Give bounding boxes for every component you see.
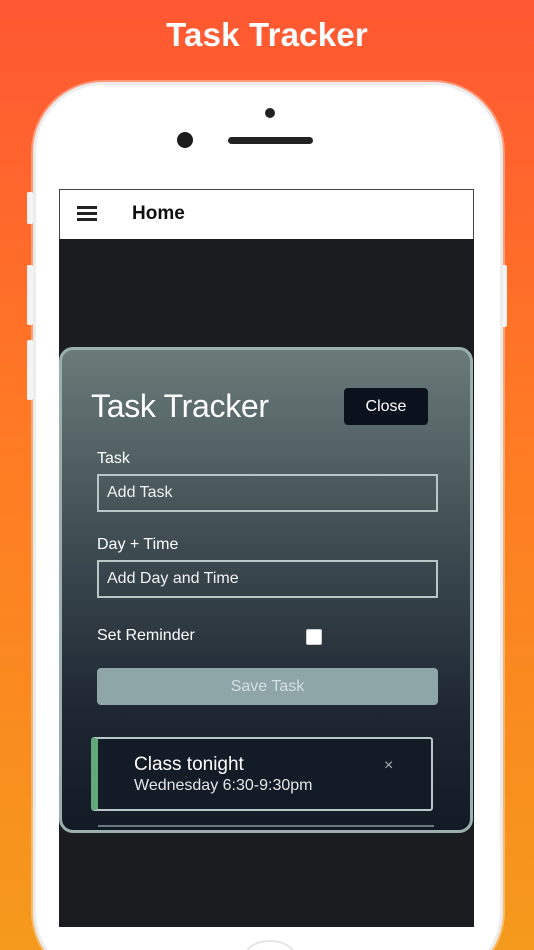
delete-task-icon[interactable]: × — [384, 757, 393, 775]
modal-title: Task Tracker — [91, 388, 269, 424]
task-label: Task — [97, 450, 130, 467]
task-list-item[interactable]: Class tonight Wednesday 6:30-9:30pm × — [91, 737, 433, 811]
task-input[interactable] — [97, 474, 438, 512]
proximity-sensor — [265, 108, 275, 118]
app-screen: Home Task Tracker Close Task Day + Time … — [59, 189, 474, 927]
reminder-checkbox[interactable] — [306, 629, 322, 645]
daytime-label: Day + Time — [97, 536, 179, 553]
earpiece-speaker — [228, 137, 313, 144]
hamburger-menu-icon[interactable] — [77, 206, 97, 222]
close-button[interactable]: Close — [344, 388, 428, 425]
front-camera — [177, 132, 193, 148]
next-task-item-edge — [98, 825, 434, 833]
promo-title: Task Tracker — [166, 16, 368, 53]
save-task-button[interactable]: Save Task — [97, 668, 438, 705]
task-tracker-modal: Task Tracker Close Task Day + Time Set R… — [59, 347, 473, 833]
app-bar-title: Home — [132, 203, 185, 224]
reminder-label: Set Reminder — [97, 627, 195, 644]
daytime-input[interactable] — [97, 560, 438, 598]
app-bar: Home — [59, 189, 474, 239]
task-time: Wednesday 6:30-9:30pm — [134, 777, 313, 794]
task-name: Class tonight — [134, 754, 244, 775]
